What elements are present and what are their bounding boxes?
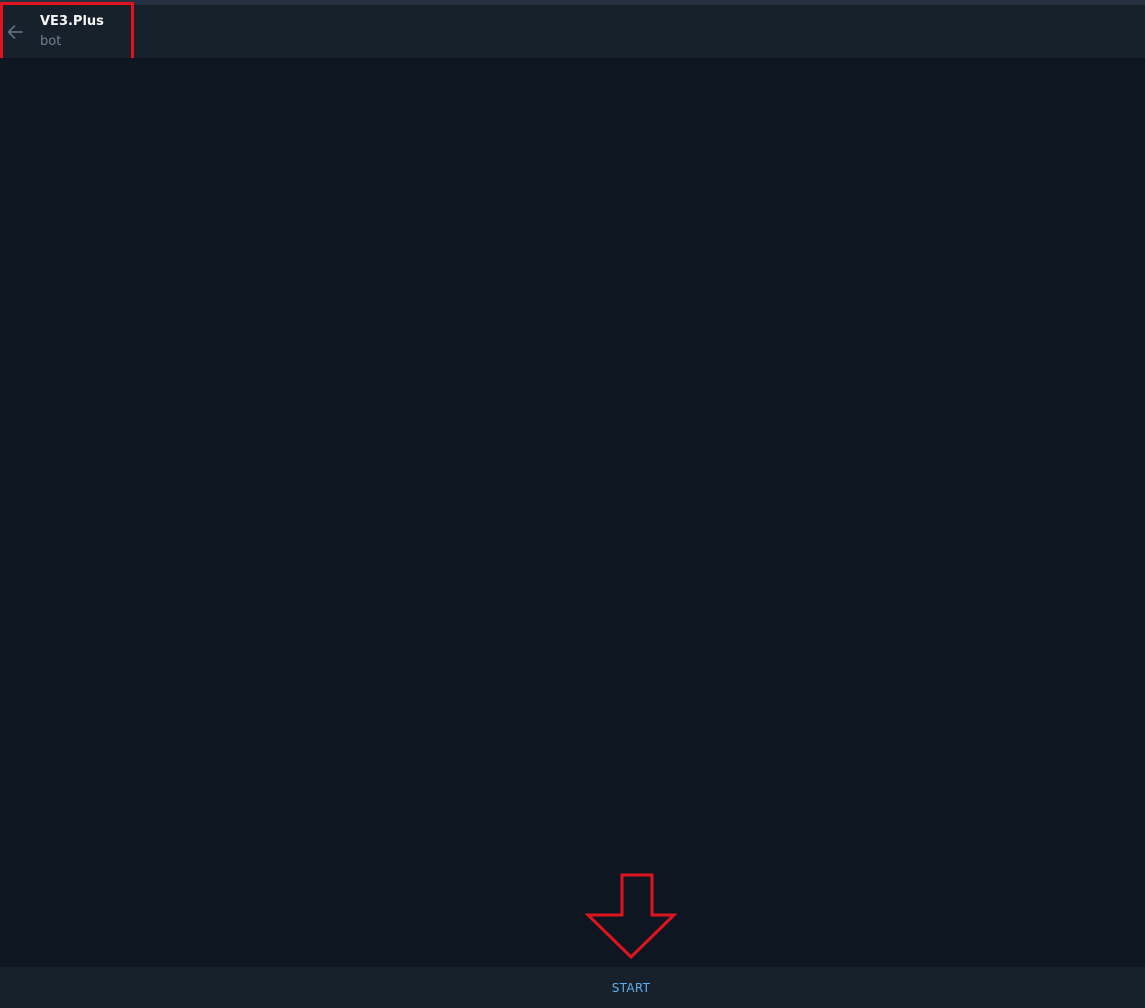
bottom-bar: START: [0, 966, 1145, 1008]
back-button[interactable]: [4, 21, 26, 43]
chat-title: VE3.Plus: [40, 14, 104, 29]
message-area: [0, 58, 1145, 966]
start-button[interactable]: START: [0, 967, 1145, 1008]
arrow-left-icon: [7, 25, 23, 39]
chat-window: VE3.Plus bot START: [0, 0, 1145, 1008]
chat-header: VE3.Plus bot: [0, 5, 1145, 58]
chat-subtitle: bot: [40, 34, 62, 49]
chat-title-block[interactable]: VE3.Plus bot: [40, 14, 104, 51]
